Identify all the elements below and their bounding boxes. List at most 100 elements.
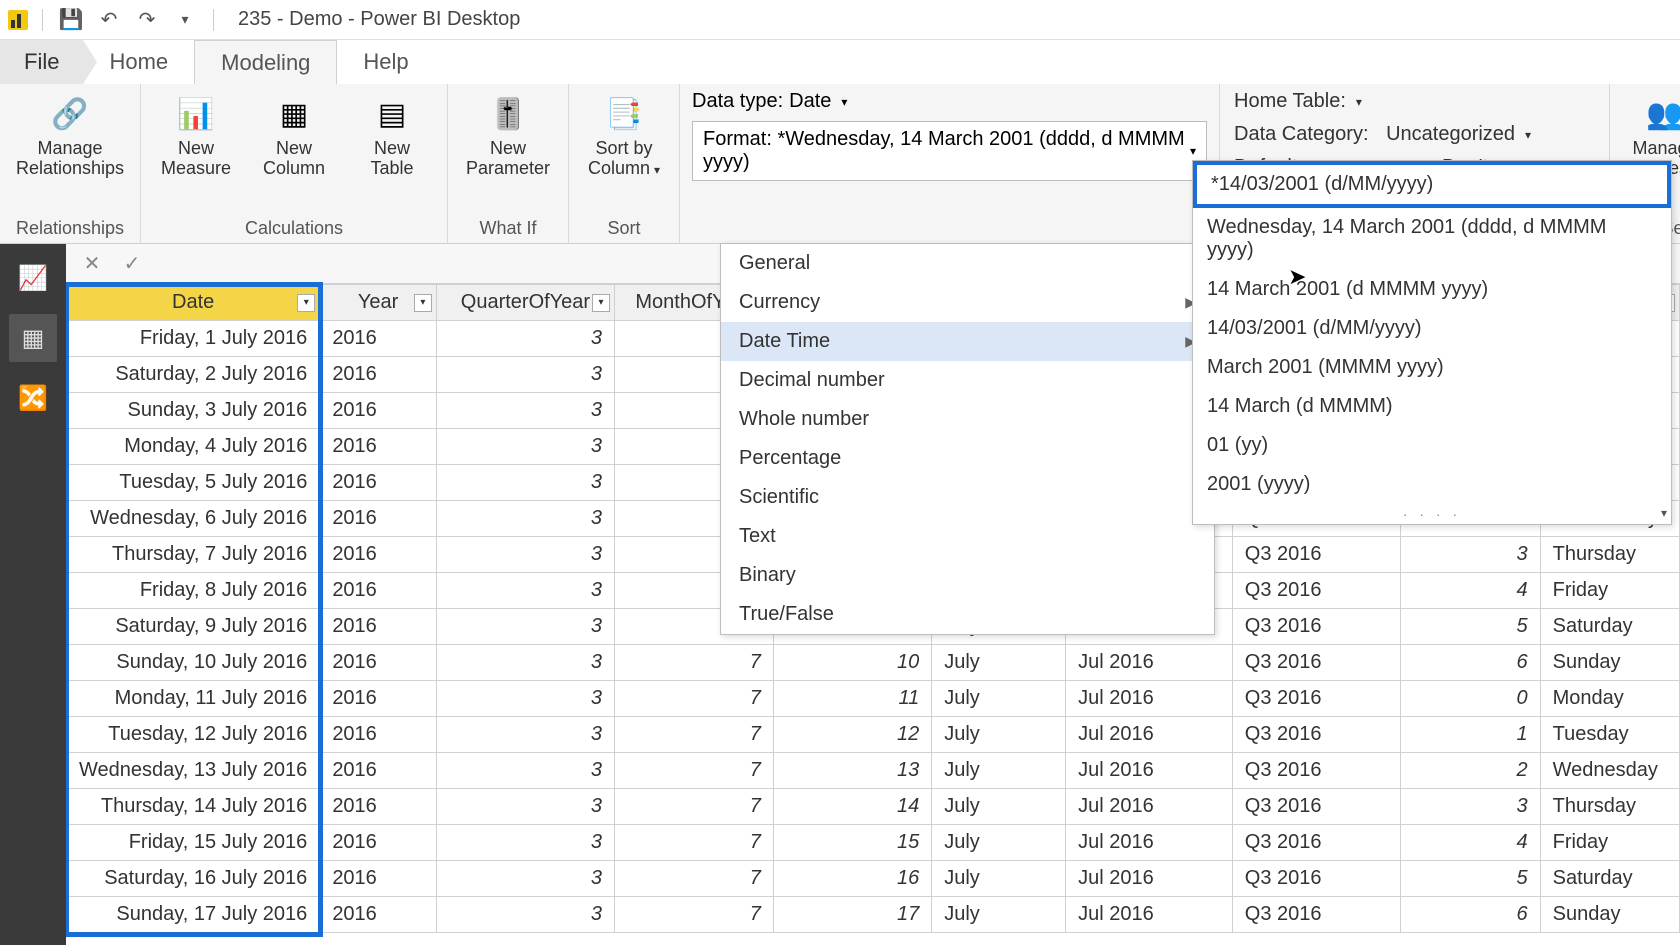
table-cell[interactable]: Jul 2016 [1066, 681, 1233, 717]
table-cell[interactable]: Jul 2016 [1066, 717, 1233, 753]
format-menu-item[interactable]: Scientific [721, 478, 1214, 517]
table-row[interactable]: Monday, 11 July 201620163711JulyJul 2016… [67, 681, 1680, 717]
model-view-button[interactable]: 🔀 [9, 374, 57, 422]
table-cell[interactable]: 2016 [320, 825, 437, 861]
tab-file[interactable]: File [0, 40, 83, 84]
table-cell[interactable]: Tuesday [1540, 717, 1679, 753]
table-cell[interactable]: 2016 [320, 753, 437, 789]
table-cell[interactable]: Tuesday, 12 July 2016 [67, 717, 320, 753]
date-format-option[interactable]: March 2001 (MMMM yyyy) [1193, 348, 1671, 387]
table-cell[interactable]: Q3 2016 [1232, 789, 1400, 825]
table-cell[interactable]: 3 [436, 537, 614, 573]
date-format-option[interactable]: 14 March 2001 (d MMMM yyyy) [1193, 270, 1671, 309]
table-cell[interactable]: 3 [436, 321, 614, 357]
table-cell[interactable]: July [932, 681, 1066, 717]
table-cell[interactable]: 3 [436, 465, 614, 501]
format-menu-item[interactable]: Currency▶ [721, 283, 1214, 322]
table-cell[interactable]: Monday [1540, 681, 1679, 717]
table-cell[interactable]: July [932, 789, 1066, 825]
table-row[interactable]: Sunday, 10 July 201620163710JulyJul 2016… [67, 645, 1680, 681]
date-format-option[interactable]: *14/03/2001 (d/MM/yyyy) [1193, 161, 1671, 208]
scroll-down-icon[interactable]: ▾ [1661, 506, 1667, 520]
table-cell[interactable]: 2 [1401, 753, 1540, 789]
table-cell[interactable]: 7 [615, 861, 774, 897]
table-cell[interactable]: Jul 2016 [1066, 897, 1233, 933]
column-header[interactable]: Date▾ [67, 285, 320, 321]
table-cell[interactable]: 6 [1401, 645, 1540, 681]
table-cell[interactable]: 2016 [320, 537, 437, 573]
table-cell[interactable]: Jul 2016 [1066, 861, 1233, 897]
table-cell[interactable]: Friday [1540, 573, 1679, 609]
table-cell[interactable]: Sunday, 3 July 2016 [67, 393, 320, 429]
table-cell[interactable]: Q3 2016 [1232, 645, 1400, 681]
table-row[interactable]: Tuesday, 12 July 201620163712JulyJul 201… [67, 717, 1680, 753]
table-row[interactable]: Friday, 15 July 201620163715JulyJul 2016… [67, 825, 1680, 861]
table-cell[interactable]: Q3 2016 [1232, 861, 1400, 897]
table-cell[interactable]: July [932, 897, 1066, 933]
cancel-icon[interactable]: ✕ [76, 250, 108, 278]
date-format-option[interactable]: 14 March (d MMMM) [1193, 387, 1671, 426]
table-cell[interactable]: 7 [615, 825, 774, 861]
home-table-dropdown[interactable]: Home Table:▾ [1234, 90, 1595, 113]
tab-help[interactable]: Help [337, 40, 434, 84]
table-cell[interactable]: 2016 [320, 717, 437, 753]
table-cell[interactable]: 4 [1401, 825, 1540, 861]
table-cell[interactable]: 2016 [320, 609, 437, 645]
table-cell[interactable]: July [932, 753, 1066, 789]
table-cell[interactable]: 3 [436, 681, 614, 717]
table-cell[interactable]: Wednesday, 13 July 2016 [67, 753, 320, 789]
table-cell[interactable]: Monday, 11 July 2016 [67, 681, 320, 717]
save-icon[interactable]: 💾 [57, 6, 85, 34]
date-format-option[interactable]: 01 (yy) [1193, 426, 1671, 465]
table-cell[interactable]: 3 [436, 753, 614, 789]
column-header[interactable]: Year▾ [320, 285, 437, 321]
table-cell[interactable]: 5 [1401, 609, 1540, 645]
table-cell[interactable]: 4 [1401, 573, 1540, 609]
filter-dropdown-icon[interactable]: ▾ [297, 294, 315, 312]
table-cell[interactable]: 17 [773, 897, 931, 933]
table-cell[interactable]: 3 [436, 897, 614, 933]
table-row[interactable]: Thursday, 14 July 201620163714JulyJul 20… [67, 789, 1680, 825]
commit-icon[interactable]: ✓ [116, 250, 148, 278]
table-cell[interactable]: Monday, 4 July 2016 [67, 429, 320, 465]
table-cell[interactable]: Q3 2016 [1232, 753, 1400, 789]
date-format-option[interactable]: Wednesday, 14 March 2001 (dddd, d MMMM y… [1193, 208, 1671, 270]
table-cell[interactable]: Friday, 8 July 2016 [67, 573, 320, 609]
table-cell[interactable]: Sunday [1540, 645, 1679, 681]
table-cell[interactable]: 7 [615, 789, 774, 825]
table-cell[interactable]: 13 [773, 753, 931, 789]
format-menu-item[interactable]: Percentage [721, 439, 1214, 478]
manage-relationships-button[interactable]: 🔗 Manage Relationships [10, 90, 130, 178]
table-cell[interactable]: 15 [773, 825, 931, 861]
table-cell[interactable]: 0 [1401, 681, 1540, 717]
date-format-option[interactable]: 14/03/2001 (d/MM/yyyy) [1193, 309, 1671, 348]
format-menu-item[interactable]: Binary [721, 556, 1214, 595]
table-cell[interactable]: Q3 2016 [1232, 897, 1400, 933]
table-cell[interactable]: 3 [436, 357, 614, 393]
table-row[interactable]: Saturday, 16 July 201620163716JulyJul 20… [67, 861, 1680, 897]
table-cell[interactable]: July [932, 861, 1066, 897]
table-cell[interactable]: Q3 2016 [1232, 681, 1400, 717]
table-cell[interactable]: 2016 [320, 321, 437, 357]
table-cell[interactable]: 2016 [320, 393, 437, 429]
table-cell[interactable]: 10 [773, 645, 931, 681]
chevron-down-icon[interactable]: ▾ [841, 95, 847, 109]
table-cell[interactable]: Friday [1540, 825, 1679, 861]
table-cell[interactable]: 2016 [320, 897, 437, 933]
table-cell[interactable]: Wednesday, 6 July 2016 [67, 501, 320, 537]
table-row[interactable]: Wednesday, 13 July 201620163713JulyJul 2… [67, 753, 1680, 789]
table-cell[interactable]: Sunday, 17 July 2016 [67, 897, 320, 933]
table-cell[interactable]: July [932, 717, 1066, 753]
new-table-button[interactable]: ▤ New Table [347, 90, 437, 178]
table-cell[interactable]: Jul 2016 [1066, 825, 1233, 861]
table-row[interactable]: Sunday, 17 July 201620163717JulyJul 2016… [67, 897, 1680, 933]
table-cell[interactable]: Thursday [1540, 537, 1679, 573]
table-cell[interactable]: Wednesday [1540, 753, 1679, 789]
table-cell[interactable]: 11 [773, 681, 931, 717]
table-cell[interactable]: 3 [436, 573, 614, 609]
table-cell[interactable]: 2016 [320, 501, 437, 537]
filter-dropdown-icon[interactable]: ▾ [414, 294, 432, 312]
table-cell[interactable]: Saturday, 16 July 2016 [67, 861, 320, 897]
format-menu-item[interactable]: Whole number [721, 400, 1214, 439]
table-cell[interactable]: 3 [436, 717, 614, 753]
